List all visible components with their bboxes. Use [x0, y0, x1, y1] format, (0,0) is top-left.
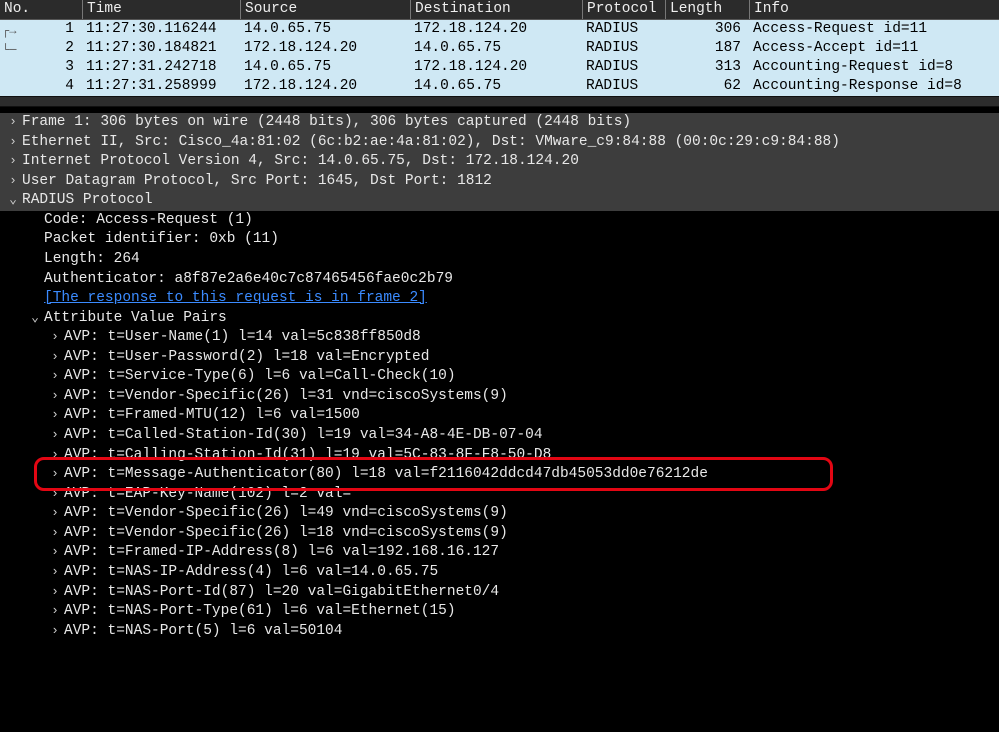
- tree-label: Frame 1: 306 bytes on wire (2448 bits), …: [22, 113, 631, 133]
- tree-avp[interactable]: ›AVP: t=Message-Authenticator(80) l=18 v…: [0, 465, 999, 485]
- packet-relation-icons: ┌→ └─: [2, 22, 20, 60]
- tree-avp[interactable]: ›AVP: t=Framed-IP-Address(8) l=6 val=192…: [0, 543, 999, 563]
- expand-toggle-icon[interactable]: ›: [4, 113, 22, 131]
- expand-toggle-icon[interactable]: ›: [46, 406, 64, 424]
- col-dst[interactable]: Destination: [410, 0, 582, 19]
- tree-label: AVP: t=Vendor-Specific(26) l=18 vnd=cisc…: [64, 524, 508, 544]
- packet-row[interactable]: 311:27:31.24271814.0.65.75172.18.124.20R…: [0, 58, 999, 77]
- packet-list-header: No. Time Source Destination Protocol Len…: [0, 0, 999, 20]
- tree-label: User Datagram Protocol, Src Port: 1645, …: [22, 172, 492, 192]
- expand-toggle-icon[interactable]: ›: [46, 504, 64, 522]
- tree-frame[interactable]: ›Frame 1: 306 bytes on wire (2448 bits),…: [0, 113, 999, 133]
- expand-toggle-icon[interactable]: ›: [46, 367, 64, 385]
- col-time[interactable]: Time: [82, 0, 240, 19]
- expand-toggle-icon[interactable]: ›: [46, 602, 64, 620]
- tree-ip[interactable]: ›Internet Protocol Version 4, Src: 14.0.…: [0, 152, 999, 172]
- tree-label: Length: 264: [44, 250, 140, 270]
- tree-avp[interactable]: ›AVP: t=Calling-Station-Id(31) l=19 val=…: [0, 446, 999, 466]
- tree-label: AVP: t=User-Password(2) l=18 val=Encrypt…: [64, 348, 429, 368]
- expand-toggle-icon[interactable]: ›: [4, 133, 22, 151]
- tree-avp[interactable]: ›AVP: t=User-Name(1) l=14 val=5c838ff850…: [0, 328, 999, 348]
- tree-field[interactable]: Packet identifier: 0xb (11): [0, 230, 999, 250]
- tree-avp[interactable]: ›AVP: t=Vendor-Specific(26) l=18 vnd=cis…: [0, 524, 999, 544]
- packet-row[interactable]: 211:27:30.184821172.18.124.2014.0.65.75R…: [0, 39, 999, 58]
- expand-toggle-icon[interactable]: ›: [46, 563, 64, 581]
- expand-toggle-icon[interactable]: ›: [46, 426, 64, 444]
- tree-ethernet[interactable]: ›Ethernet II, Src: Cisco_4a:81:02 (6c:b2…: [0, 133, 999, 153]
- tree-avp[interactable]: ›AVP: t=Vendor-Specific(26) l=49 vnd=cis…: [0, 504, 999, 524]
- expand-toggle-icon[interactable]: ›: [46, 328, 64, 346]
- tree-label: Internet Protocol Version 4, Src: 14.0.6…: [22, 152, 579, 172]
- tree-field[interactable]: Authenticator: a8f87e2a6e40c7c87465456fa…: [0, 270, 999, 290]
- tree-avp[interactable]: ›AVP: t=EAP-Key-Name(102) l=2 val=: [0, 485, 999, 505]
- tree-label: RADIUS Protocol: [22, 191, 153, 211]
- tree-label: AVP: t=Framed-MTU(12) l=6 val=1500: [64, 406, 360, 426]
- packet-row[interactable]: 111:27:30.11624414.0.65.75172.18.124.20R…: [0, 20, 999, 39]
- tree-label: AVP: t=Service-Type(6) l=6 val=Call-Chec…: [64, 367, 456, 387]
- horizontal-scrollbar[interactable]: [0, 96, 999, 107]
- expand-toggle-icon[interactable]: ⌄: [4, 191, 22, 209]
- tree-label: AVP: t=NAS-IP-Address(4) l=6 val=14.0.65…: [64, 563, 438, 583]
- expand-toggle-icon[interactable]: ›: [46, 446, 64, 464]
- col-no[interactable]: No.: [0, 0, 82, 19]
- packet-row[interactable]: 411:27:31.258999172.18.124.2014.0.65.75R…: [0, 77, 999, 96]
- col-len[interactable]: Length: [665, 0, 749, 19]
- expand-toggle-icon[interactable]: ›: [46, 465, 64, 483]
- tree-avp[interactable]: ›AVP: t=Called-Station-Id(30) l=19 val=3…: [0, 426, 999, 446]
- tree-avp[interactable]: ›AVP: t=NAS-Port-Type(61) l=6 val=Ethern…: [0, 602, 999, 622]
- tree-avp[interactable]: ›AVP: t=NAS-IP-Address(4) l=6 val=14.0.6…: [0, 563, 999, 583]
- expand-toggle-icon[interactable]: ›: [46, 583, 64, 601]
- tree-label: AVP: t=User-Name(1) l=14 val=5c838ff850d…: [64, 328, 421, 348]
- tree-label: AVP: t=Framed-IP-Address(8) l=6 val=192.…: [64, 543, 499, 563]
- tree-label: AVP: t=Called-Station-Id(30) l=19 val=34…: [64, 426, 543, 446]
- expand-toggle-icon[interactable]: ›: [46, 348, 64, 366]
- expand-toggle-icon[interactable]: ›: [4, 172, 22, 190]
- packet-details-tree[interactable]: ›Frame 1: 306 bytes on wire (2448 bits),…: [0, 107, 999, 641]
- tree-label: Attribute Value Pairs: [44, 309, 227, 329]
- tree-radius[interactable]: ⌄RADIUS Protocol: [0, 191, 999, 211]
- tree-label: AVP: t=Vendor-Specific(26) l=31 vnd=cisc…: [64, 387, 508, 407]
- tree-label: AVP: t=Message-Authenticator(80) l=18 va…: [64, 465, 708, 485]
- tree-udp[interactable]: ›User Datagram Protocol, Src Port: 1645,…: [0, 172, 999, 192]
- tree-field[interactable]: Length: 264: [0, 250, 999, 270]
- tree-label: Code: Access-Request (1): [44, 211, 253, 231]
- col-src[interactable]: Source: [240, 0, 410, 19]
- tree-avp[interactable]: ›AVP: t=Vendor-Specific(26) l=31 vnd=cis…: [0, 387, 999, 407]
- tree-avp[interactable]: ›AVP: t=Framed-MTU(12) l=6 val=1500: [0, 406, 999, 426]
- tree-label: AVP: t=NAS-Port(5) l=6 val=50104: [64, 622, 342, 642]
- expand-toggle-icon[interactable]: ›: [46, 485, 64, 503]
- expand-toggle-icon[interactable]: ›: [4, 152, 22, 170]
- tree-avp-header[interactable]: ⌄Attribute Value Pairs: [0, 309, 999, 329]
- tree-label: AVP: t=EAP-Key-Name(102) l=2 val=: [64, 485, 351, 505]
- tree-label: [The response to this request is in fram…: [44, 289, 427, 309]
- tree-avp[interactable]: ›AVP: t=User-Password(2) l=18 val=Encryp…: [0, 348, 999, 368]
- tree-label: AVP: t=Vendor-Specific(26) l=49 vnd=cisc…: [64, 504, 508, 524]
- tree-response-link[interactable]: [The response to this request is in fram…: [0, 289, 999, 309]
- tree-label: Ethernet II, Src: Cisco_4a:81:02 (6c:b2:…: [22, 133, 840, 153]
- tree-label: Authenticator: a8f87e2a6e40c7c87465456fa…: [44, 270, 453, 290]
- tree-label: Packet identifier: 0xb (11): [44, 230, 279, 250]
- tree-label: AVP: t=NAS-Port-Type(61) l=6 val=Etherne…: [64, 602, 456, 622]
- tree-field[interactable]: Code: Access-Request (1): [0, 211, 999, 231]
- expand-toggle-icon[interactable]: ›: [46, 524, 64, 542]
- tree-avp[interactable]: ›AVP: t=NAS-Port(5) l=6 val=50104: [0, 622, 999, 642]
- col-prot[interactable]: Protocol: [582, 0, 665, 19]
- tree-avp[interactable]: ›AVP: t=Service-Type(6) l=6 val=Call-Che…: [0, 367, 999, 387]
- expand-toggle-icon[interactable]: ›: [46, 387, 64, 405]
- tree-label: AVP: t=NAS-Port-Id(87) l=20 val=GigabitE…: [64, 583, 499, 603]
- col-info[interactable]: Info: [749, 0, 789, 19]
- expand-toggle-icon[interactable]: ›: [46, 543, 64, 561]
- expand-toggle-icon[interactable]: ›: [46, 622, 64, 640]
- tree-label: AVP: t=Calling-Station-Id(31) l=19 val=5…: [64, 446, 551, 466]
- expand-toggle-icon[interactable]: ⌄: [26, 309, 44, 327]
- tree-avp[interactable]: ›AVP: t=NAS-Port-Id(87) l=20 val=Gigabit…: [0, 583, 999, 603]
- packet-list[interactable]: No. Time Source Destination Protocol Len…: [0, 0, 999, 96]
